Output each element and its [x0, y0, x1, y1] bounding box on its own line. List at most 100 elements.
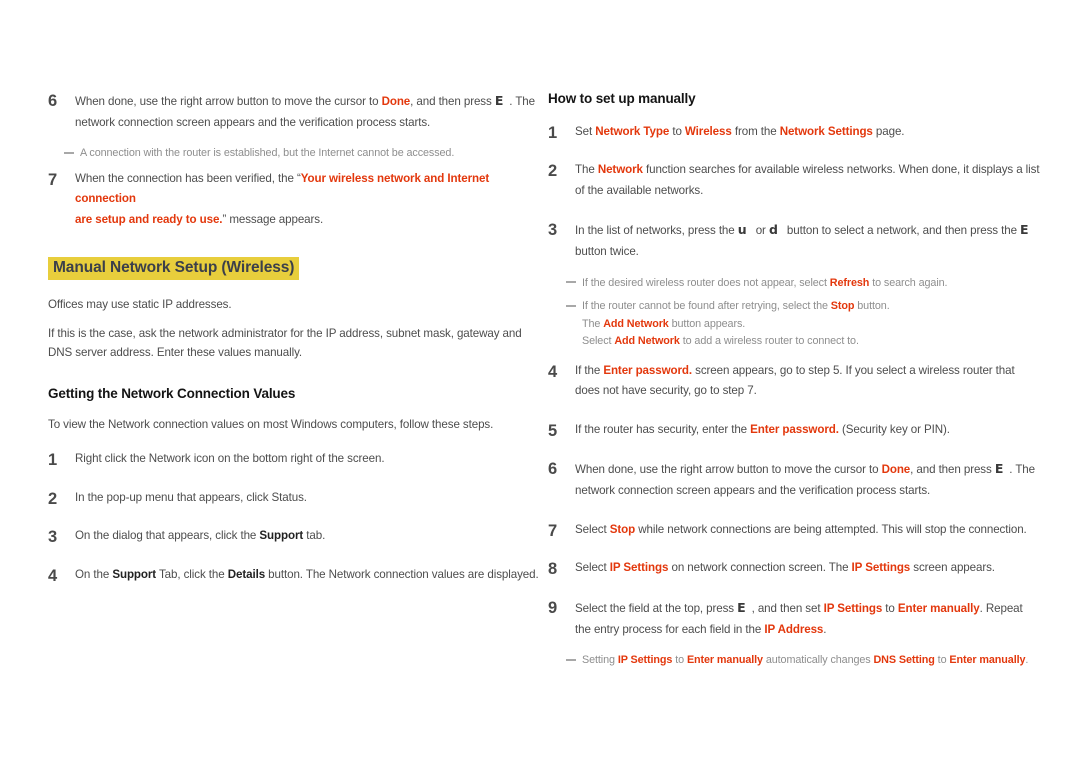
paragraph-offices: Offices may use static IP addresses.	[48, 298, 232, 312]
term-enter-manually: Enter manually	[897, 601, 980, 615]
message-text: are setup and ready to use.	[75, 212, 223, 226]
note-text: Select	[582, 335, 615, 348]
step-number: 9	[548, 598, 558, 617]
step-number: 3	[48, 528, 58, 547]
term-dns-setting: DNS Setting	[873, 654, 935, 667]
note-text: The	[582, 317, 604, 330]
term-done: Done	[381, 95, 411, 108]
step-number: 8	[548, 560, 558, 579]
step-text: Right click the Network icon on the bott…	[75, 451, 385, 465]
step-number: 5	[548, 421, 558, 440]
step-text-part: Right click the Network icon on the bott…	[75, 451, 385, 465]
note-text: If the desired wireless router does not …	[582, 276, 830, 289]
right-column: How to set up manually 1 Set Network Typ…	[548, 90, 1040, 670]
note-dash-icon	[566, 658, 576, 661]
step-text: In the pop-up menu that appears, click S…	[75, 491, 307, 504]
note-dash-icon	[566, 281, 576, 284]
step-text-part: , and then press	[410, 95, 495, 108]
list-item: 1 Right click the Network icon on the bot…	[48, 449, 548, 470]
step-text-part: Select the field at the top, press	[575, 601, 738, 615]
step-text-part: On the	[75, 567, 113, 581]
step-text-part: . The	[509, 95, 535, 108]
step-text-part: to	[882, 601, 898, 615]
step-text-part: function searches for available wireless…	[575, 163, 1040, 197]
step-text: If the Enter password. screen appears, g…	[575, 364, 1015, 398]
step-number: 3	[548, 221, 558, 240]
step-text-part: screen appears.	[910, 561, 995, 575]
section-heading-wrap: Manual Network Setup (Wireless)	[48, 256, 548, 281]
note-text: Setting	[582, 654, 618, 667]
accent-term: Stop	[609, 522, 636, 536]
step-text-part: , and then press	[910, 463, 995, 477]
note-line: If the desired wireless router does not …	[548, 275, 1040, 292]
step-text-part: to	[669, 124, 685, 138]
list-item: 9 Select the field at the top, press E , …	[548, 597, 1040, 640]
term-done: Done	[881, 463, 911, 477]
down-arrow-key-icon: d	[768, 222, 778, 238]
step-text-part: from the	[731, 124, 780, 138]
step-text: On the dialog that appears, click the Su…	[75, 529, 325, 542]
step-text-part: If the	[575, 363, 604, 377]
page-title: Manual Network Setup (Wireless)	[48, 256, 300, 281]
enter-key-icon: E	[994, 461, 1004, 477]
step-number: 6	[548, 460, 558, 479]
step-number: 1	[48, 450, 58, 469]
step-text-part: message appears.	[226, 212, 324, 226]
step-text-part: Select	[575, 561, 610, 575]
step-number: 2	[548, 162, 558, 181]
accent-term: Network	[597, 163, 643, 177]
note-dash-icon	[566, 304, 576, 307]
step-number: 1	[548, 123, 558, 142]
term-ip-settings: IP Settings	[617, 654, 673, 667]
step-text: In the list of networks, press the u or …	[575, 222, 1035, 258]
step-text-part: network connection screen appears and th…	[575, 484, 931, 498]
step-number: 6	[48, 92, 58, 110]
accent-term: IP Settings	[609, 561, 669, 575]
step-text-part: . The	[1009, 463, 1035, 477]
step-text-part: tab.	[303, 529, 326, 543]
step-text-part: If the router has security, enter the	[575, 422, 751, 436]
list-item: 6 When done, use the right arrow button …	[48, 90, 548, 133]
bold-term: Details	[227, 567, 266, 581]
note-text: button appears.	[668, 317, 746, 330]
list-item: 4 On the Support Tab, click the Details b…	[48, 565, 548, 586]
list-item: 4 If the Enter password. screen appears,…	[548, 361, 1040, 402]
note-text: automatically changes	[762, 654, 874, 667]
term-add-network: Add Network	[603, 317, 669, 330]
bold-term: Support	[259, 529, 304, 543]
step-text: Set Network Type to Wireless from the Ne…	[575, 124, 905, 138]
step-text: On the Support Tab, click the Details bu…	[75, 568, 539, 581]
list-item: 6 When done, use the right arrow button …	[548, 458, 1040, 501]
list-item: 7 When the connection has been verified,…	[48, 169, 548, 231]
step-number: 7	[548, 521, 558, 540]
step-text-part: On the dialog that appears, click the	[75, 529, 260, 543]
enter-key-icon: E	[494, 93, 504, 108]
accent-term: Network Type	[595, 124, 670, 138]
accent-term: Enter password.	[750, 422, 839, 436]
note-text: to search again.	[869, 276, 948, 289]
step-text-part: When the connection has been verified, t…	[75, 171, 297, 185]
step-text-part: When done, use the right arrow button to…	[575, 463, 882, 477]
step-text-part: on network connection screen. The	[668, 561, 852, 575]
term-add-network: Add Network	[614, 335, 680, 348]
note-line: If the router cannot be found after retr…	[548, 298, 1040, 315]
step-text-part: The	[575, 163, 598, 177]
section-heading-howto: How to set up manually	[548, 91, 696, 106]
up-arrow-key-icon: u	[737, 222, 747, 238]
note-dash-icon	[64, 151, 74, 154]
accent-term: Network Settings	[779, 124, 873, 138]
accent-term: Wireless	[684, 124, 732, 138]
list-item: 1 Set Network Type to Wireless from the …	[548, 122, 1040, 143]
document-page: 6 When done, use the right arrow button …	[0, 0, 1080, 763]
paragraph-static-ip: If this is the case, ask the network adm…	[48, 326, 522, 359]
note-text: to add a wireless router to connect to.	[679, 335, 859, 348]
note-line: Setting IP Settings to Enter manually au…	[548, 652, 1040, 669]
step-text-part: , and then set	[751, 601, 824, 615]
term-ip-address: IP Address	[764, 622, 824, 636]
note-text: to	[934, 654, 950, 667]
step-text-part: page.	[872, 124, 905, 138]
step-text-part: button to select a network, and then pre…	[783, 224, 1021, 238]
note-text: If the router cannot be found after retr…	[582, 300, 831, 313]
step-text-part: network connection screen appears and th…	[75, 115, 431, 129]
step-number: 2	[48, 489, 58, 508]
